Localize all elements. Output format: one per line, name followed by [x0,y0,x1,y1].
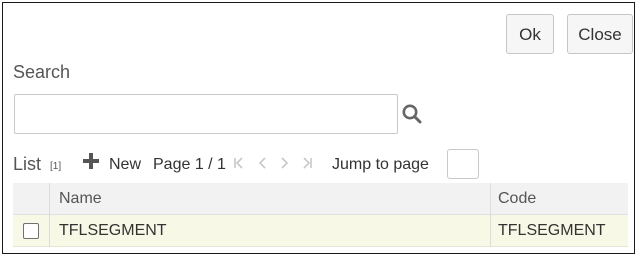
prev-page-icon[interactable] [256,155,270,176]
search-label: Search [13,62,71,82]
table-row[interactable]: TFLSEGMENT TFLSEGMENT [13,215,628,247]
jump-to-page-input[interactable] [447,149,479,179]
last-page-icon[interactable] [300,155,314,176]
column-header-name[interactable]: Name [50,183,491,215]
dialog: Ok Close Search List [1] New Page 1 / 1 … [2,2,635,254]
header-check-cell [13,183,50,215]
results-table: Name Code TFLSEGMENT TFLSEGMENT [13,183,628,247]
row-check-cell [13,215,50,247]
list-toolbar: List [1] New Page 1 / 1 Jump to page [13,149,628,179]
first-page-icon[interactable] [232,155,246,176]
row-name-cell: TFLSEGMENT [50,215,491,247]
list-count: [1] [50,161,62,172]
search-input[interactable] [14,94,398,134]
ok-button[interactable]: Ok [506,14,554,54]
row-code-cell: TFLSEGMENT [498,222,606,239]
search-icon[interactable] [401,103,423,125]
close-button[interactable]: Close [567,14,633,54]
next-page-icon[interactable] [277,155,291,176]
row-checkbox[interactable] [23,223,39,239]
add-icon[interactable] [83,153,99,169]
column-header-code[interactable]: Code [491,183,628,215]
new-button[interactable]: New [109,156,141,174]
page-info: Page 1 / 1 [153,156,226,173]
table-header-row: Name Code [13,183,628,215]
list-label: List [13,154,42,174]
jump-to-page-label: Jump to page [332,156,429,173]
